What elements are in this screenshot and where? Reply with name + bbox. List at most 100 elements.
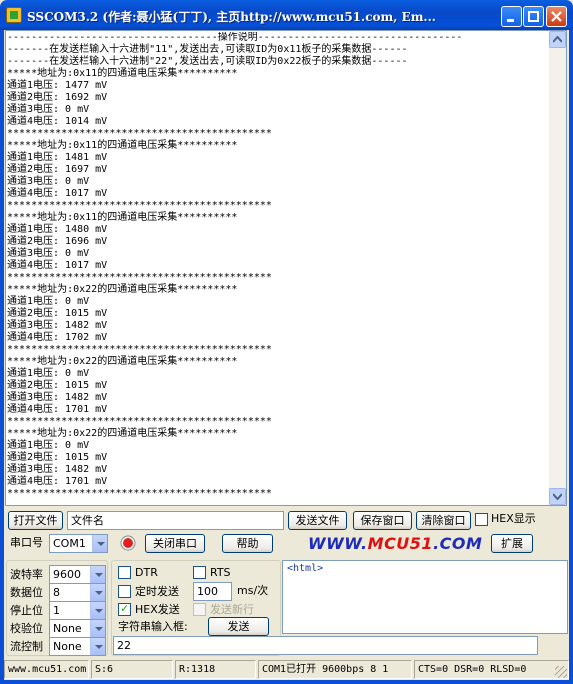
- output-line: ****************************************…: [7, 272, 272, 283]
- output-line: 通道1电压: 1477 mV: [7, 80, 108, 91]
- output-line: *****地址为:0x22的四通道电压采集**********: [7, 428, 238, 439]
- output-line: 通道1电压: 1481 mV: [7, 152, 108, 163]
- hex-send-label: HEX发送: [135, 603, 180, 616]
- receive-text: -----------------------------------操作说明-…: [7, 32, 552, 500]
- output-line: 通道3电压: 0 mV: [7, 248, 90, 259]
- dtr-checkbox[interactable]: [118, 566, 131, 579]
- output-line: ****************************************…: [7, 128, 272, 139]
- parity-select[interactable]: None: [49, 619, 106, 638]
- output-line: 通道1电压: 1480 mV: [7, 224, 108, 235]
- title-bar[interactable]: SSCOM3.2 (作者:聂小猛(丁丁), 主页http://www.mcu51…: [0, 0, 573, 30]
- dtr-label: DTR: [135, 566, 158, 579]
- chevron-down-icon[interactable]: [90, 566, 105, 583]
- output-line: 通道2电压: 1692 mV: [7, 92, 108, 103]
- output-line: *****地址为:0x11的四通道电压采集**********: [7, 140, 238, 151]
- stopbits-select-value: 1: [53, 604, 60, 617]
- output-line: ****************************************…: [7, 488, 272, 499]
- help-button[interactable]: 帮助: [222, 534, 273, 553]
- timed-send-label: 定时发送: [135, 585, 179, 598]
- databits-label: 数据位: [10, 586, 43, 599]
- output-line: *****地址为:0x11的四通道电压采集**********: [7, 68, 238, 79]
- output-line: -----------------------------------操作说明-…: [7, 32, 463, 43]
- logo-part-com: .COM: [433, 534, 483, 553]
- output-line: 通道2电压: 1015 mV: [7, 452, 108, 463]
- output-line: -------在发送栏输入十六进制"11",发送出去,可读取ID为0x11板子的…: [7, 44, 408, 55]
- flow-select[interactable]: None: [49, 637, 106, 656]
- port-select-value: COM1: [53, 537, 86, 550]
- interval-unit-label: ms/次: [237, 584, 269, 597]
- stopbits-label: 停止位: [10, 604, 43, 617]
- baud-select[interactable]: 9600: [49, 565, 106, 584]
- port-status-led-icon: [120, 535, 136, 554]
- maximize-button[interactable]: [523, 6, 544, 27]
- send-file-button[interactable]: 发送文件: [288, 511, 347, 530]
- output-line: ****************************************…: [7, 200, 272, 211]
- send-newline-checkbox: [193, 603, 206, 616]
- hex-send-checkbox[interactable]: [118, 602, 131, 616]
- output-line: 通道2电压: 1015 mV: [7, 308, 108, 319]
- interval-field[interactable]: 100: [193, 582, 232, 601]
- status-received-count: R:1318: [175, 660, 256, 679]
- chevron-down-icon[interactable]: [90, 620, 105, 637]
- close-port-button[interactable]: 关闭串口: [145, 534, 205, 553]
- rts-checkbox[interactable]: [193, 566, 206, 579]
- chevron-down-icon[interactable]: [92, 535, 107, 552]
- vertical-scrollbar[interactable]: [549, 31, 566, 505]
- databits-select[interactable]: 8: [49, 583, 106, 602]
- parity-select-value: None: [53, 622, 82, 635]
- filename-field[interactable]: 文件名: [67, 511, 284, 530]
- databits-select-value: 8: [53, 586, 60, 599]
- flow-select-value: None: [53, 640, 82, 653]
- send-button[interactable]: 发送: [208, 617, 269, 636]
- open-file-button[interactable]: 打开文件: [8, 511, 63, 530]
- status-port-state: COM1已打开 9600bps 8 1: [258, 660, 412, 679]
- chevron-down-icon[interactable]: [90, 584, 105, 601]
- output-line: -------在发送栏输入十六进制"22",发送出去,可读取ID为0x22板子的…: [7, 56, 408, 67]
- output-line: 通道4电压: 1017 mV: [7, 260, 108, 271]
- output-line: 通道4电压: 1014 mV: [7, 116, 108, 127]
- send-input[interactable]: 22: [113, 636, 538, 655]
- resize-grip-icon[interactable]: [555, 666, 567, 678]
- output-line: 通道4电压: 1702 mV: [7, 332, 108, 343]
- output-line: *****地址为:0x22的四通道电压采集**********: [7, 284, 238, 295]
- save-window-button[interactable]: 保存窗口: [353, 511, 412, 530]
- status-signals: CTS=0 DSR=0 RLSD=0: [414, 660, 569, 679]
- chevron-down-icon[interactable]: [90, 638, 105, 655]
- chevron-down-icon[interactable]: [90, 602, 105, 619]
- string-input-label: 字符串输入框:: [118, 620, 188, 633]
- output-line: 通道3电压: 0 mV: [7, 104, 90, 115]
- output-line: 通道3电压: 1482 mV: [7, 320, 108, 331]
- scroll-down-button[interactable]: [549, 488, 566, 505]
- port-label: 串口号: [10, 536, 43, 549]
- status-bar: www.mcu51.com S:6 R:1318 COM1已打开 9600bps…: [4, 660, 569, 680]
- receive-textarea[interactable]: -----------------------------------操作说明-…: [5, 30, 567, 506]
- hex-display-label: HEX显示: [491, 512, 536, 525]
- window-title: SSCOM3.2 (作者:聂小猛(丁丁), 主页http://www.mcu51…: [27, 10, 436, 24]
- clear-window-button[interactable]: 清除窗口: [416, 511, 471, 530]
- output-line: 通道4电压: 1701 mV: [7, 404, 108, 415]
- output-line: 通道1电压: 0 mV: [7, 440, 90, 451]
- output-line: 通道2电压: 1015 mV: [7, 380, 108, 391]
- logo-part-www: WWW.: [308, 534, 368, 553]
- status-site[interactable]: www.mcu51.com: [4, 660, 89, 679]
- output-line: 通道1电压: 0 mV: [7, 368, 90, 379]
- scroll-up-button[interactable]: [549, 31, 566, 48]
- expand-button[interactable]: 扩展: [491, 534, 533, 553]
- port-select[interactable]: COM1: [49, 534, 108, 553]
- close-button[interactable]: [546, 6, 567, 27]
- timed-send-checkbox[interactable]: [118, 585, 131, 598]
- output-line: 通道3电压: 1482 mV: [7, 464, 108, 475]
- output-line: ****************************************…: [7, 416, 272, 427]
- preview-box[interactable]: <html>: [282, 560, 568, 634]
- flow-label: 流控制: [10, 640, 43, 653]
- output-line: 通道2电压: 1696 mV: [7, 236, 108, 247]
- app-icon: [6, 7, 22, 23]
- output-line: 通道4电压: 1017 mV: [7, 188, 108, 199]
- status-sent-count: S:6: [91, 660, 173, 679]
- hex-display-checkbox[interactable]: [475, 513, 488, 526]
- stopbits-select[interactable]: 1: [49, 601, 106, 620]
- website-logo-link[interactable]: WWW.MCU51.COM: [308, 534, 482, 553]
- rts-label: RTS: [210, 566, 231, 579]
- minimize-button[interactable]: [501, 6, 522, 27]
- output-line: 通道1电压: 0 mV: [7, 296, 90, 307]
